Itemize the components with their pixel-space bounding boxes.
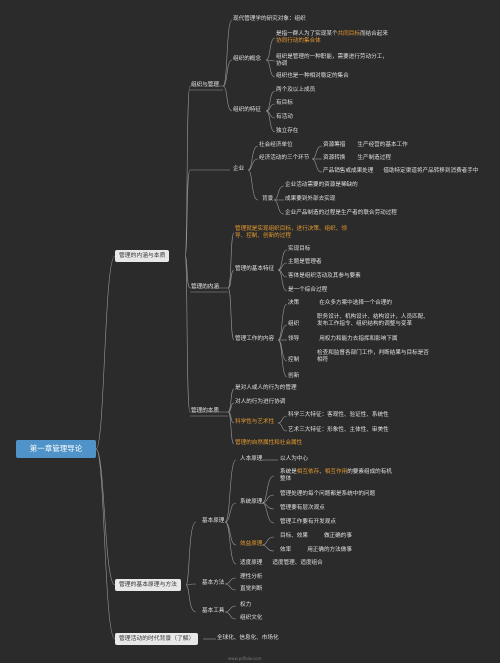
node-benefit-principle[interactable]: 效益原理 (240, 541, 262, 548)
node-work-organize-detail[interactable]: 职务设计、机构设计、结构设计，人员匹配、 发布工作指令、组织结构的调整与变革 (317, 314, 429, 328)
node-system-principle[interactable]: 系统原理 (240, 499, 262, 506)
node-basic-features[interactable]: 管理的基本特征 (235, 266, 274, 273)
node-benefit-2[interactable]: 效率 用正确的方法做事 (280, 547, 352, 554)
node-work-decision[interactable]: 决策 在众多方案中选择一个合理的 (288, 300, 392, 307)
node-bg-3[interactable]: 企业产品制造的过程是生产者的联合劳动过程 (285, 210, 397, 217)
node-mgmt-content[interactable]: 管理的内涵 (191, 284, 219, 291)
node-system-2[interactable]: 管理处理的每个问题都是系统中的问题 (280, 491, 375, 498)
node-human-centered[interactable]: 以人为中心 (280, 456, 308, 463)
node-work-innovate[interactable]: 创新 (288, 373, 299, 380)
node-link-2[interactable]: 资源转换 生产制造过程 (323, 155, 391, 162)
node-bg-1[interactable]: 企业活动需要的资源是稀缺的 (285, 182, 358, 189)
node-method-2[interactable]: 直觉判断 (240, 586, 262, 593)
node-system-3[interactable]: 管理要有层次观点 (280, 505, 325, 512)
root-node[interactable]: 第一章管理导论 (16, 440, 96, 458)
node-work-lead[interactable]: 领导 用权力和能力去指挥和影响下属 (288, 336, 398, 343)
node-background[interactable]: 背景 (262, 196, 273, 203)
node-benefit-1[interactable]: 目标、效果 做正确的事 (280, 533, 352, 540)
node-era-items[interactable]: 全球化、信息化、市场化 (217, 635, 279, 642)
node-system-4[interactable]: 管理工作要有开发观点 (280, 519, 336, 526)
node-sci-art[interactable]: 科学性与艺术性 (235, 419, 274, 426)
footer-watermark: www.pdfaiw.com (228, 656, 262, 661)
node-link-3[interactable]: 产品销售或成果处理 借助特定渠道将产品转移到消费者手中 (323, 168, 478, 175)
node-mgmt-essence[interactable]: 管理的本质 (191, 408, 219, 415)
node-essence-1[interactable]: 是对人或人的行为的管理 (235, 385, 297, 392)
node-org-features[interactable]: 组织的特征 (233, 107, 261, 114)
node-concept-1[interactable]: 是指一群人为了实现某个共同目标而结合起来 协同行动的集合体 (276, 31, 388, 45)
node-feature-3[interactable]: 有活动 (276, 114, 293, 121)
node-enterprise[interactable]: 企业 (233, 166, 244, 173)
node-method-1[interactable]: 理性分析 (240, 574, 262, 581)
node-org-concept[interactable]: 组织的概念 (233, 56, 261, 63)
node-tool-1[interactable]: 权力 (240, 602, 251, 609)
node-tool-2[interactable]: 组织文化 (240, 615, 262, 622)
node-basic-methods[interactable]: 基本方法 (202, 580, 224, 587)
node-feature-1[interactable]: 两个及以上成员 (276, 87, 315, 94)
node-natural-social[interactable]: 管理的自然属性和社会属性 (235, 440, 302, 447)
node-art-features[interactable]: 艺术三大特征：形象性、主体性、审美性 (288, 427, 389, 434)
node-human-principle[interactable]: 人本原理 (240, 456, 262, 463)
node-work-control-detail[interactable]: 检查和监督各部门工作，判断结果与目标是否 相符 (317, 350, 429, 364)
node-basic-3[interactable]: 客体是组织活动及其参与要素 (288, 273, 361, 280)
node-link-1[interactable]: 资源筹措 生产经营的基本工作 (323, 142, 408, 149)
node-econ-unit[interactable]: 社会经济单位 (259, 142, 293, 149)
node-modern-object[interactable]: 现代管理学的研究对象：组织 (233, 16, 306, 23)
node-essence-2[interactable]: 对人的行为进行协调 (235, 399, 285, 406)
node-feature-4[interactable]: 独立存在 (276, 128, 298, 135)
node-fit-principle[interactable]: 适度原理 适度管理、适度组合 (240, 560, 323, 567)
node-work-organize[interactable]: 组织 (288, 321, 299, 328)
node-basic-1[interactable]: 实现目标 (288, 246, 310, 253)
node-concept-3[interactable]: 组织也是一种相对稳定的集合 (276, 73, 349, 80)
node-basic-principles[interactable]: 基本原理 (202, 518, 224, 525)
node-work-control[interactable]: 控制 (288, 357, 299, 364)
node-mgmt-connotation[interactable]: 管理的内涵与本质 (115, 250, 170, 262)
node-sci-features[interactable]: 科学三大特征：客观性、验证性、系统性 (288, 412, 389, 419)
node-basic-tools[interactable]: 基本工具 (202, 608, 224, 615)
node-three-links[interactable]: 经济活动的三个环节 (259, 155, 309, 162)
node-concept-2[interactable]: 组织是管理的一种职能，需要进行劳动分工， 协调 (276, 54, 388, 68)
node-bg-2[interactable]: 成果要到外部去实现 (285, 196, 335, 203)
node-basic-4[interactable]: 是一个综合过程 (288, 287, 327, 294)
node-era-background[interactable]: 管理活动的时代背景（了解） (115, 633, 199, 645)
node-mgmt-definition[interactable]: 管理就是实现组织目标，进行决策、组织、领 导、控制、创新的过程 (235, 226, 347, 240)
node-feature-2[interactable]: 有目标 (276, 100, 293, 107)
node-org-mgmt[interactable]: 组织与管理 (191, 82, 219, 89)
node-work-content[interactable]: 管理工作的内容 (235, 336, 274, 343)
node-system-1[interactable]: 系统是相互依存、相互作用的要素组成的有机 整体 (280, 469, 392, 483)
node-basic-2[interactable]: 主题是管理者 (288, 259, 322, 266)
node-principles-methods[interactable]: 管理的基本原理与方法 (115, 579, 181, 591)
